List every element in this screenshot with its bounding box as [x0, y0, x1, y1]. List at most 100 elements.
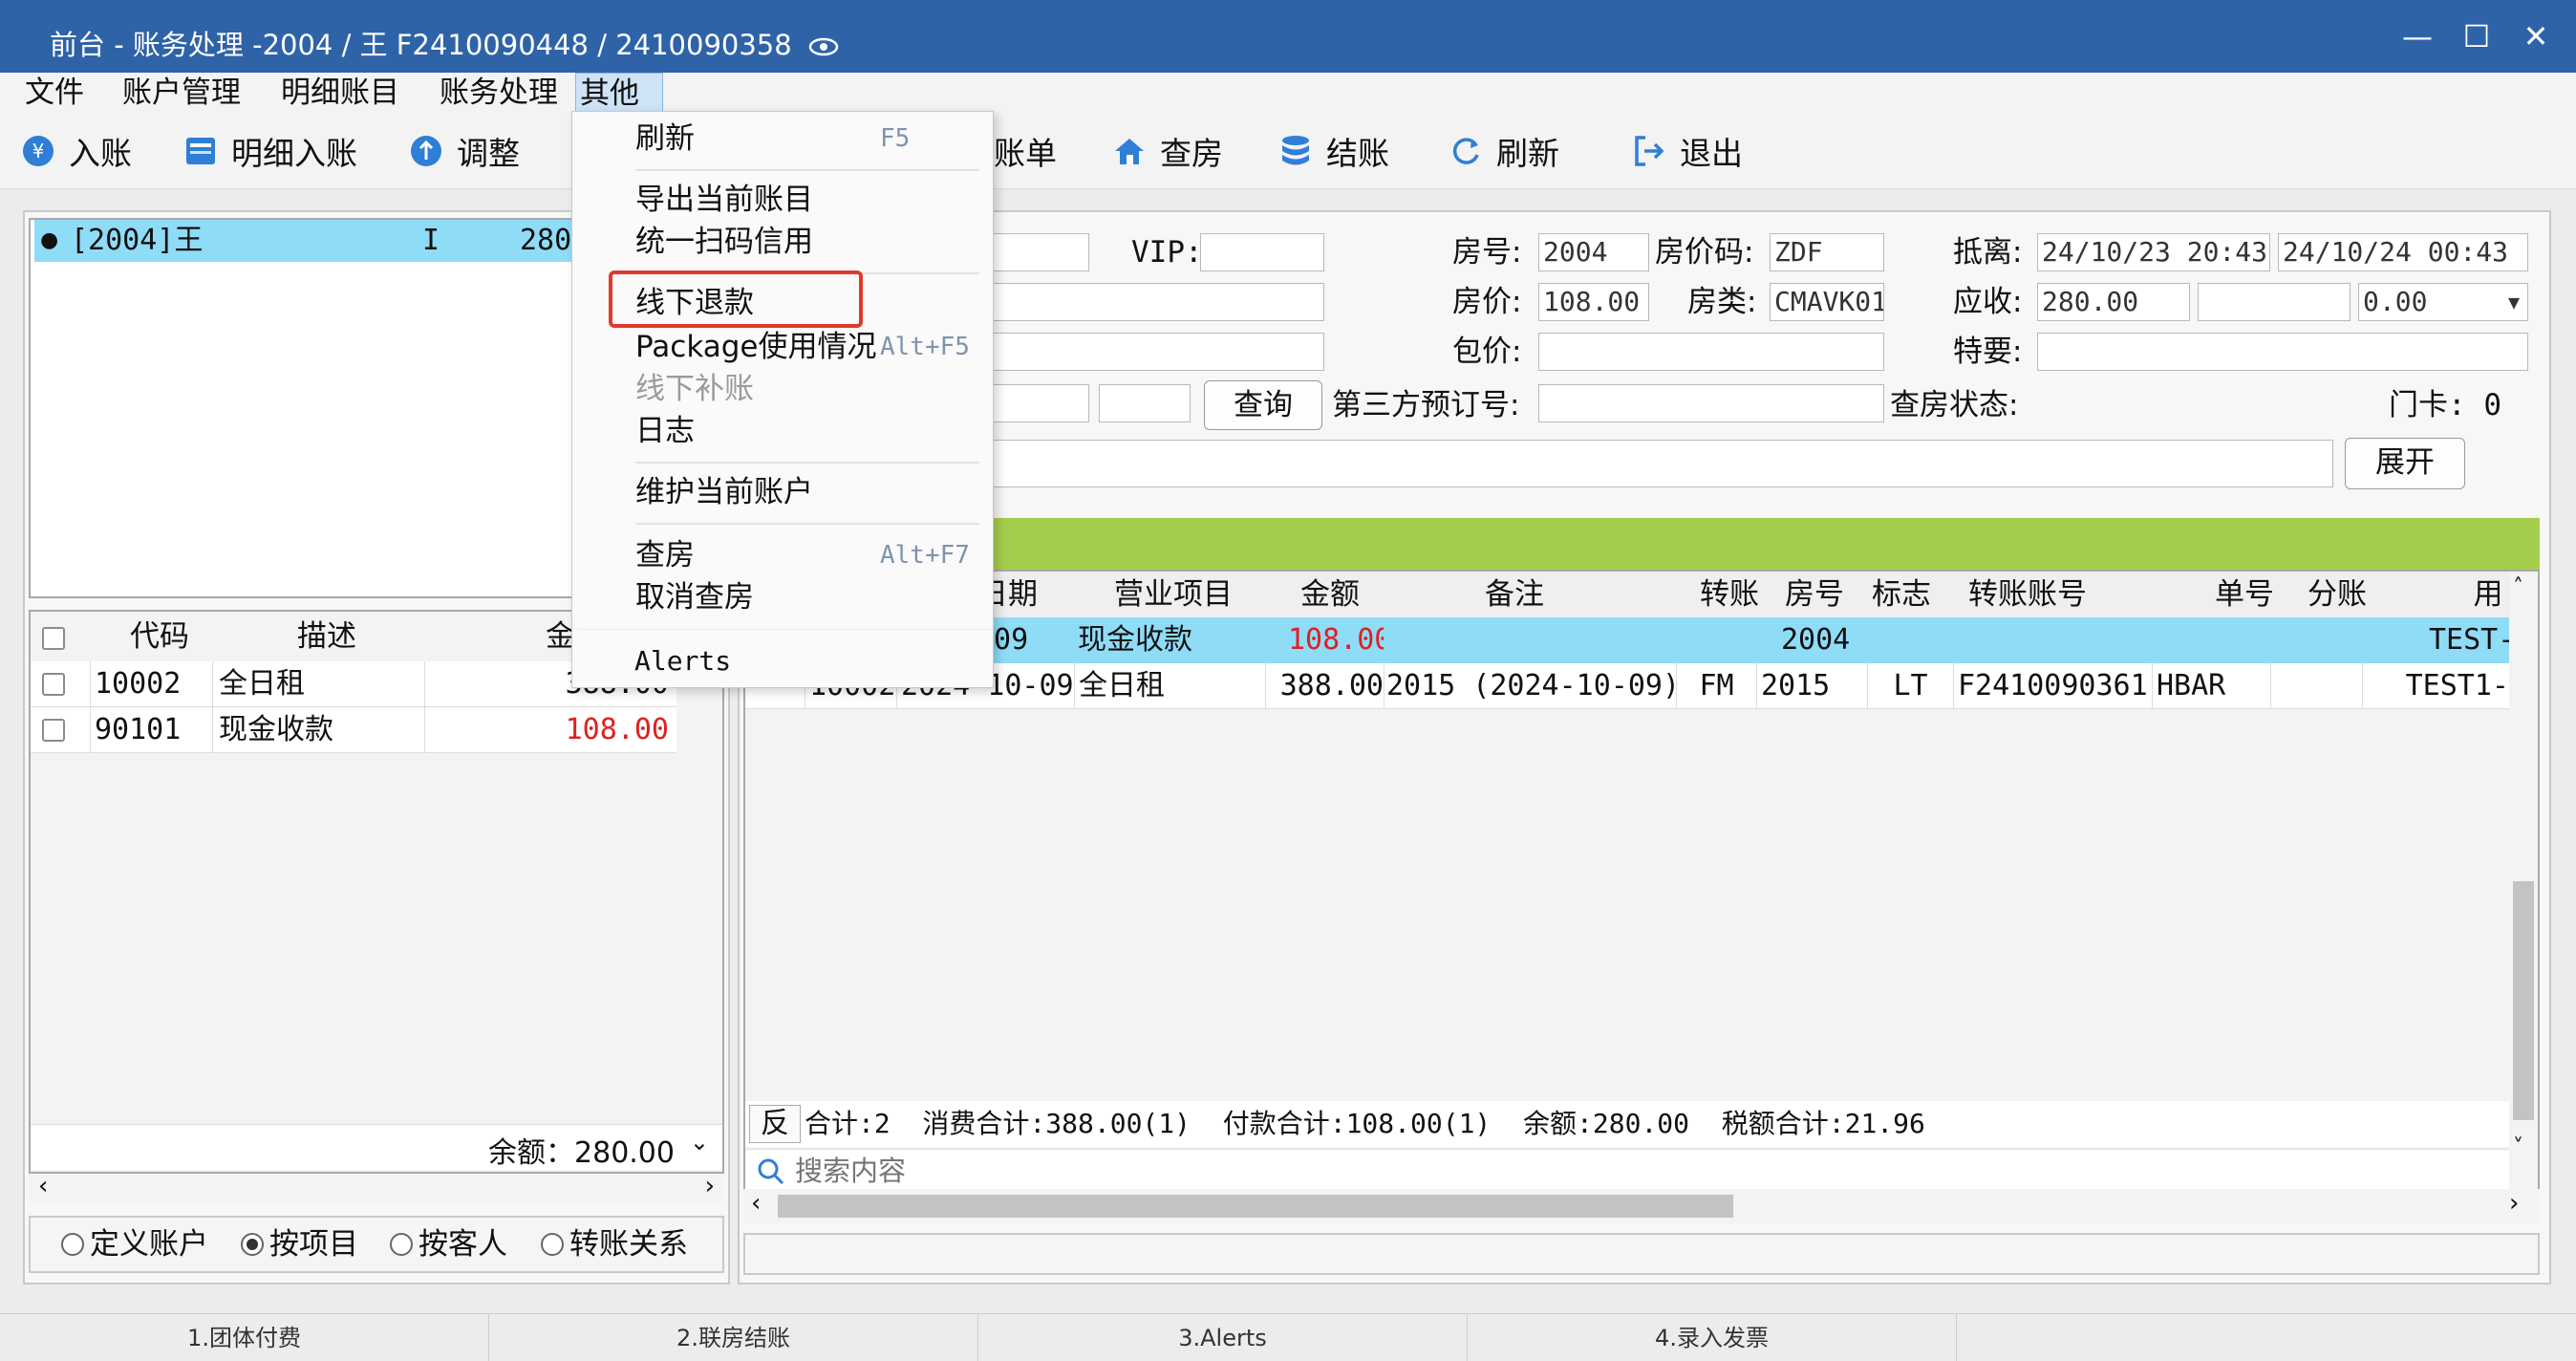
expand-button[interactable]: 展开 — [2345, 438, 2465, 489]
dropdown-arrow-icon: ▼ — [2507, 291, 2520, 313]
menu-detail-items[interactable]: 明细账目 — [277, 73, 403, 113]
transactions-table: 日期 营业项目 金额 备注 转账 房号 标志 转账账号 单号 分账 用 -09 … — [743, 570, 2540, 1214]
info-field-blank-2[interactable] — [984, 283, 1324, 321]
col-account: 转账账号 — [1968, 577, 2087, 612]
menu-item-scan-credit[interactable]: 统一扫码信用 — [635, 221, 813, 263]
adjust-button[interactable]: 调整 — [409, 124, 520, 178]
trans-v-scrollbar[interactable]: ˄ ˅ — [2509, 572, 2538, 1174]
third-party-field[interactable] — [1538, 384, 1884, 422]
menu-item-log[interactable]: 日志 — [635, 410, 695, 452]
exit-icon — [1632, 134, 1666, 168]
post-button[interactable]: ¥ 入账 — [21, 124, 132, 178]
menu-item-alerts-label[interactable]: Alerts — [634, 640, 731, 682]
reverse-button[interactable]: 反 — [749, 1105, 801, 1143]
table-row[interactable]: -09 现金收款 108.00 2004 TEST- — [745, 617, 2509, 663]
eye-icon[interactable] — [808, 36, 839, 57]
chevron-right-icon[interactable]: › — [2509, 1189, 2519, 1218]
package-field[interactable] — [1538, 333, 1884, 371]
menu-account-management[interactable]: 账户管理 — [118, 73, 245, 113]
col-bill: 单号 — [2215, 577, 2274, 612]
receivable-select[interactable]: 0.00 ▼ — [2358, 283, 2528, 321]
radio-by-item[interactable] — [241, 1233, 264, 1256]
menu-accounting[interactable]: 账务处理 — [436, 73, 562, 113]
h-scroll-thumb[interactable] — [778, 1195, 1733, 1218]
select-all-checkbox[interactable] — [42, 627, 65, 650]
menu-file[interactable]: 文件 — [21, 73, 88, 113]
menu-other[interactable]: 其他 — [575, 73, 663, 113]
status-bar: 1.团体付费 2.联房结账 3.Alerts 4.录入发票 — [0, 1313, 2576, 1361]
menu-item-offline-supplement[interactable]: 线下补账 — [635, 368, 754, 410]
info-field-blank-4[interactable] — [984, 384, 1089, 422]
receivable-extra-field[interactable] — [2198, 283, 2351, 321]
arr-dep-label: 抵离: — [1953, 235, 2023, 270]
status-linked-checkout[interactable]: 2.联房结账 — [489, 1314, 978, 1361]
room-type-field[interactable]: CMAVK01 — [1770, 283, 1884, 321]
col-user: 用 — [2473, 577, 2503, 612]
maximize-button[interactable]: ☐ — [2448, 13, 2505, 59]
chevron-down-icon[interactable]: ˅ — [2513, 1135, 2523, 1159]
info-field-blank-3[interactable] — [984, 333, 1324, 371]
rate-code-field[interactable]: ZDF — [1770, 233, 1884, 271]
rate-field[interactable]: 108.00 — [1538, 283, 1649, 321]
checkout-button[interactable]: 结账 — [1278, 124, 1389, 178]
refresh-button[interactable]: 刷新 — [1449, 124, 1559, 178]
search-input[interactable] — [795, 1152, 2496, 1190]
minimize-button[interactable]: — — [2389, 13, 2446, 59]
remark-field[interactable] — [984, 440, 2333, 487]
departure-field[interactable]: 24/10/24 00:43 — [2278, 233, 2528, 271]
radio-by-guest[interactable] — [390, 1233, 413, 1256]
svg-text:¥: ¥ — [32, 140, 45, 162]
query-button[interactable]: 查询 — [1204, 380, 1322, 430]
status-group-pay[interactable]: 1.团体付费 — [0, 1314, 489, 1361]
trans-h-scrollbar[interactable]: ‹ › — [743, 1189, 2540, 1223]
chevron-up-icon[interactable]: ˄ — [2513, 575, 2523, 599]
radio-transfer-relation[interactable] — [541, 1233, 564, 1256]
trans-summary: 反 合计:2 消费合计:388.00(1) 付款合计:108.00(1) 余额:… — [745, 1101, 2509, 1147]
chevron-right-icon[interactable]: › — [705, 1172, 715, 1200]
exit-button[interactable]: 退出 — [1632, 124, 1743, 178]
col-desc: 描述 — [297, 619, 356, 654]
balance-text: 余额：280.00 — [488, 1136, 675, 1170]
status-enter-invoice[interactable]: 4.录入发票 — [1468, 1314, 1957, 1361]
menu-item-refresh[interactable]: 刷新 — [635, 118, 695, 160]
special-field[interactable] — [2037, 333, 2528, 371]
table-row[interactable]: 10002 2024-10-09 全日租 388.00 2015 (2024-1… — [745, 663, 2509, 709]
receivable-field[interactable]: 280.00 — [2037, 283, 2190, 321]
bullet-icon: ● — [40, 228, 59, 252]
close-button[interactable]: ✕ — [2507, 13, 2565, 59]
green-header-bar — [743, 518, 2540, 570]
bill-button[interactable]: 账单 — [994, 124, 1057, 178]
check-room-button[interactable]: 查房 — [1112, 124, 1223, 178]
menu-item-check-room[interactable]: 查房 — [635, 534, 695, 576]
item-code: 10002 — [90, 661, 214, 707]
chevron-left-icon[interactable]: ‹ — [751, 1189, 761, 1218]
menu-item-package-usage[interactable]: Package使用情况 — [635, 326, 877, 368]
col-item: 营业项目 — [1114, 577, 1233, 612]
info-field-blank-5[interactable] — [1099, 384, 1191, 422]
status-alerts[interactable]: 3.Alerts — [978, 1314, 1468, 1361]
col-split: 分账 — [2308, 577, 2367, 612]
detail-post-button[interactable]: 明细入账 — [183, 124, 357, 178]
row-checkbox[interactable] — [42, 673, 65, 696]
rate-label: 房价: — [1452, 285, 1522, 319]
col-remark: 备注 — [1485, 577, 1544, 612]
left-h-scrollbar[interactable]: ‹ › — [29, 1172, 724, 1202]
menu-item-export[interactable]: 导出当前账目 — [635, 179, 813, 221]
menu-separator — [635, 462, 979, 464]
arrival-field[interactable]: 24/10/23 20:43 — [2037, 233, 2270, 271]
row-checkbox[interactable] — [42, 719, 65, 742]
chevron-left-icon[interactable]: ‹ — [38, 1172, 48, 1200]
room-no-field[interactable]: 2004 — [1538, 233, 1649, 271]
v-scroll-thumb[interactable] — [2513, 881, 2534, 1120]
table-row[interactable]: 90101 现金收款 108.00 — [31, 707, 676, 753]
menu-bar: 文件 账户管理 明细账目 账务处理 其他 — [0, 73, 2576, 113]
item-amount: 108.00 — [424, 707, 675, 753]
vip-field[interactable] — [1200, 233, 1324, 271]
menu-item-maintain-account[interactable]: 维护当前账户 — [635, 471, 813, 513]
adjust-icon — [409, 134, 443, 168]
menu-item-cancel-check[interactable]: 取消查房 — [635, 576, 754, 618]
radio-define-account[interactable] — [61, 1233, 84, 1256]
info-field-blank-1[interactable] — [984, 233, 1089, 271]
room-no-label: 房号: — [1452, 235, 1522, 270]
chevron-down-icon[interactable]: ⌄ — [690, 1129, 709, 1156]
